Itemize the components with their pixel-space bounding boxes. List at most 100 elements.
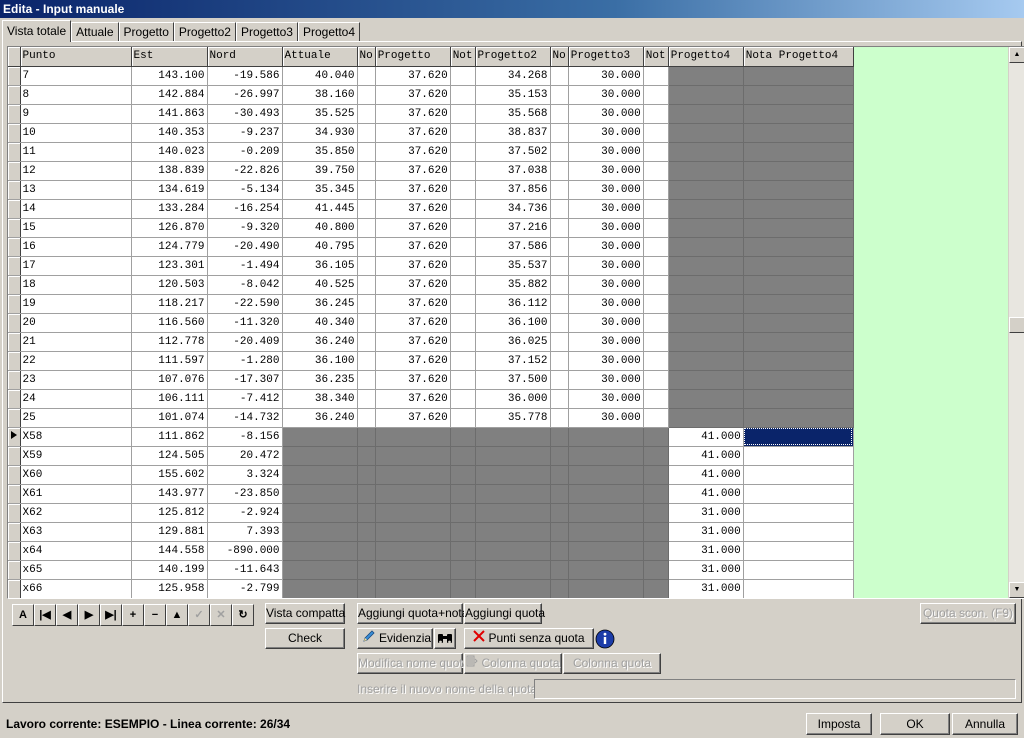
header-punto[interactable]: Punto [20,47,132,67]
cell-progetto4[interactable] [668,256,744,276]
cell-nota-progetto4[interactable] [743,389,854,409]
cell-progetto2[interactable]: 35.778 [475,408,551,428]
cell-progetto4[interactable] [668,294,744,314]
cell-attuale[interactable]: 41.445 [282,199,358,219]
cell-nota-attuale[interactable] [357,522,376,542]
table-row[interactable]: 10 140.353 -9.237 34.930 37.620 38.837 30.000 [8,123,854,143]
cell-nota-attuale[interactable] [357,389,376,409]
cell-progetto[interactable]: 37.620 [375,275,451,295]
table-row[interactable]: X62 125.812 -2.924 31.000 [8,503,854,523]
cell-progetto4[interactable]: 41.000 [668,484,744,504]
cell-nota-progetto2[interactable] [550,104,569,124]
cell-nota-progetto2[interactable] [550,579,569,598]
cell-nota-progetto2[interactable] [550,503,569,523]
cell-progetto4[interactable] [668,85,744,105]
cell-nota-progetto3[interactable] [643,351,669,371]
cell-nota-progetto[interactable] [450,275,476,295]
cell-punto[interactable]: X62 [20,503,132,523]
cell-nord[interactable]: -11.643 [207,560,283,580]
cell-nota-progetto3[interactable] [643,313,669,333]
tab-vista-totale[interactable]: Vista totale [2,20,72,42]
cell-attuale[interactable]: 36.245 [282,294,358,314]
header-nota-progetto[interactable]: Not [450,47,476,67]
cell-nota-progetto2[interactable] [550,389,569,409]
info-icon[interactable] [595,629,615,649]
table-row[interactable]: x65 140.199 -11.643 31.000 [8,560,854,580]
cell-progetto[interactable] [375,503,451,523]
cell-progetto[interactable]: 37.620 [375,351,451,371]
cell-nota-attuale[interactable] [357,142,376,162]
cell-nota-progetto3[interactable] [643,180,669,200]
cell-punto[interactable]: x66 [20,579,132,598]
cell-progetto2[interactable]: 37.856 [475,180,551,200]
cell-progetto2[interactable]: 36.025 [475,332,551,352]
tab-progetto3[interactable]: Progetto3 [235,22,298,41]
cell-nord[interactable]: -14.732 [207,408,283,428]
cell-nord[interactable]: -9.237 [207,123,283,143]
cell-est[interactable]: 111.862 [131,427,208,447]
cell-nota-progetto4[interactable] [743,408,854,428]
cell-attuale[interactable] [282,446,358,466]
cell-punto[interactable]: 14 [20,199,132,219]
table-row[interactable]: 9 141.863 -30.493 35.525 37.620 35.568 30.000 [8,104,854,124]
cell-nota-progetto3[interactable] [643,427,669,447]
cell-progetto[interactable]: 37.620 [375,313,451,333]
cell-est[interactable]: 101.074 [131,408,208,428]
cell-progetto[interactable] [375,541,451,561]
cell-nord[interactable]: 20.472 [207,446,283,466]
cell-progetto2[interactable]: 35.568 [475,104,551,124]
cell-progetto3[interactable]: 30.000 [568,332,644,352]
cell-nota-progetto4[interactable] [743,579,854,598]
cell-nota-progetto[interactable] [450,142,476,162]
cell-punto[interactable]: 9 [20,104,132,124]
cell-progetto4[interactable] [668,66,744,86]
table-row[interactable]: 15 126.870 -9.320 40.800 37.620 37.216 30.000 [8,218,854,238]
table-row[interactable]: X63 129.881 7.393 31.000 [8,522,854,542]
cell-nota-progetto2[interactable] [550,199,569,219]
header-progetto3[interactable]: Progetto3 [568,47,644,67]
cell-punto[interactable]: 15 [20,218,132,238]
cell-progetto3[interactable]: 30.000 [568,294,644,314]
cell-est[interactable]: 134.619 [131,180,208,200]
imposta-button[interactable]: Imposta [806,713,872,735]
header-progetto4[interactable]: Progetto4 [668,47,744,67]
cell-nord[interactable]: -26.997 [207,85,283,105]
cell-progetto[interactable] [375,465,451,485]
cell-nord[interactable]: -20.490 [207,237,283,257]
cell-est[interactable]: 140.199 [131,560,208,580]
cell-punto[interactable]: 17 [20,256,132,276]
new-quota-name-input[interactable] [534,679,1016,699]
cell-nota-progetto4[interactable] [743,294,854,314]
cell-punto[interactable]: X58 [20,427,132,447]
cell-nota-progetto3[interactable] [643,256,669,276]
cell-progetto2[interactable]: 35.153 [475,85,551,105]
cell-nota-progetto3[interactable] [643,218,669,238]
cell-nota-progetto2[interactable] [550,180,569,200]
table-row[interactable]: 18 120.503 -8.042 40.525 37.620 35.882 30.000 [8,275,854,295]
cell-nota-progetto[interactable] [450,351,476,371]
cell-progetto2[interactable] [475,427,551,447]
last-record-button[interactable]: ▶| [100,604,122,626]
cell-est[interactable]: 143.100 [131,66,208,86]
cell-est[interactable]: 116.560 [131,313,208,333]
tab-progetto4[interactable]: Progetto4 [297,22,361,41]
aggiungi-quota-button[interactable]: Aggiungi quota [464,603,545,624]
cell-progetto4[interactable] [668,389,744,409]
cell-nota-progetto[interactable] [450,199,476,219]
cell-progetto3[interactable] [568,560,644,580]
cell-progetto2[interactable] [475,522,551,542]
cell-nord[interactable]: -2.924 [207,503,283,523]
cell-attuale[interactable] [282,522,358,542]
cell-nord[interactable]: -19.586 [207,66,283,86]
cell-nota-progetto2[interactable] [550,522,569,542]
cell-nord[interactable]: -8.042 [207,275,283,295]
cell-est[interactable]: 111.597 [131,351,208,371]
cell-progetto3[interactable]: 30.000 [568,313,644,333]
cell-nota-progetto3[interactable] [643,446,669,466]
cell-nota-attuale[interactable] [357,408,376,428]
cell-attuale[interactable]: 40.040 [282,66,358,86]
cell-nota-attuale[interactable] [357,123,376,143]
cell-attuale[interactable] [282,465,358,485]
cell-nord[interactable]: -30.493 [207,104,283,124]
cell-punto[interactable]: x65 [20,560,132,580]
